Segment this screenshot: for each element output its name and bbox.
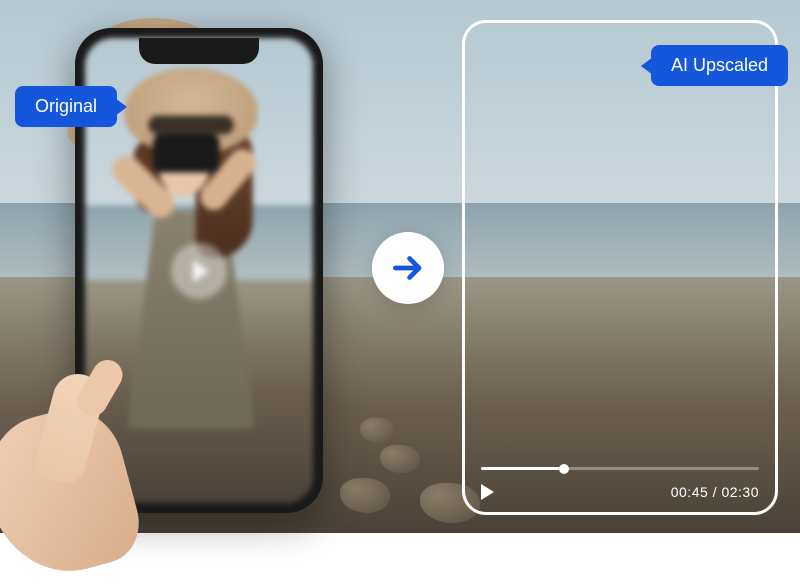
video-controls: 00:45 / 02:30 <box>481 484 759 500</box>
upscaled-video-frame: 00:45 / 02:30 <box>462 20 778 515</box>
arrow-right-icon <box>389 249 427 287</box>
total-time: 02:30 <box>721 484 759 500</box>
play-icon[interactable] <box>481 484 494 500</box>
current-time: 00:45 <box>671 484 709 500</box>
video-progress-track[interactable] <box>481 467 759 470</box>
upscaled-label: AI Upscaled <box>651 45 788 86</box>
original-label: Original <box>15 86 117 127</box>
phone-play-button[interactable] <box>171 243 227 299</box>
phone-notch <box>139 38 259 64</box>
transform-arrow-circle <box>372 232 444 304</box>
time-separator: / <box>708 484 721 500</box>
video-timecode: 00:45 / 02:30 <box>671 484 759 500</box>
play-icon <box>193 260 209 282</box>
video-progress-fill <box>481 467 564 470</box>
hand-holding-phone <box>0 293 170 573</box>
